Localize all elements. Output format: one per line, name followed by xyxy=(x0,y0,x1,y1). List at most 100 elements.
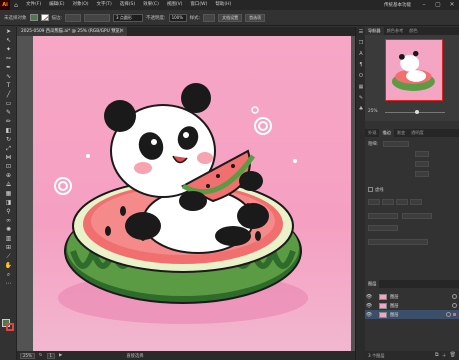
maximize-icon[interactable]: ▢ xyxy=(431,0,445,10)
tab-color[interactable]: 颜色 xyxy=(406,27,420,35)
zoom-level-field[interactable]: 25% xyxy=(20,352,35,359)
navigator-zoom[interactable]: 25% xyxy=(368,109,378,114)
menu-view[interactable]: 视图(V) xyxy=(163,0,187,10)
stroke-swatch[interactable] xyxy=(40,14,49,21)
mesh-tool-icon[interactable]: ▦ xyxy=(0,189,17,198)
lasso-icon[interactable]: ∾ xyxy=(0,54,17,63)
zoom-tool-icon[interactable]: ⌕ xyxy=(0,270,17,279)
brush-dropdown[interactable]: 3 点圆形 xyxy=(113,13,144,22)
scale-tool-icon[interactable]: ⤢ xyxy=(0,144,17,153)
menu-help[interactable]: 帮助(H) xyxy=(211,0,235,10)
variable-width-dropdown[interactable] xyxy=(84,13,111,22)
canvas-area[interactable] xyxy=(17,36,355,351)
layer-target-icon[interactable] xyxy=(446,312,451,317)
align-stroke-buttons[interactable] xyxy=(415,171,429,177)
stroke-weight-dropdown[interactable] xyxy=(65,13,82,22)
cap-buttons[interactable] xyxy=(415,151,429,157)
navigator-thumbnail[interactable] xyxy=(385,39,443,101)
fill-stroke-swatches[interactable] xyxy=(2,319,15,331)
type-tool-icon[interactable]: T xyxy=(0,81,17,90)
hand-tool-icon[interactable]: ✋ xyxy=(0,261,17,270)
free-transform-icon[interactable]: ⊡ xyxy=(0,162,17,171)
layer-name[interactable]: 图层 xyxy=(390,312,399,318)
symbol-sprayer-icon[interactable]: ✺ xyxy=(0,225,17,234)
layer-row-selected[interactable]: 👁 图层 xyxy=(365,310,459,319)
menu-select[interactable]: 选择(S) xyxy=(116,0,139,10)
gradient-tool-icon[interactable]: ◨ xyxy=(0,198,17,207)
home-icon[interactable]: ⌂ xyxy=(10,0,22,10)
style-dropdown[interactable] xyxy=(203,13,216,22)
layer-row[interactable]: 👁 图层 xyxy=(365,301,459,310)
tab-color-guide[interactable]: 颜色参考 xyxy=(384,27,407,35)
eyedropper-icon[interactable]: ⚲ xyxy=(0,207,17,216)
menu-effect[interactable]: 效果(C) xyxy=(139,0,163,10)
pencil-icon[interactable]: ✏ xyxy=(0,117,17,126)
dash-field-2[interactable] xyxy=(396,199,408,205)
rectangle-tool-icon[interactable]: ▭ xyxy=(0,99,17,108)
document-setup-button[interactable]: 文档设置 xyxy=(218,13,243,22)
corner-buttons[interactable] xyxy=(415,161,429,167)
delete-layer-icon[interactable]: 🗑 xyxy=(450,352,456,359)
layer-target-icon[interactable] xyxy=(452,303,457,308)
menu-window[interactable]: 窗口(W) xyxy=(186,0,211,10)
pen-tool-icon[interactable]: ✒ xyxy=(0,63,17,72)
direct-selection-tool-icon[interactable]: ↖ xyxy=(0,36,17,45)
line-tool-icon[interactable]: ╱ xyxy=(0,90,17,99)
menu-object[interactable]: 对象(O) xyxy=(68,0,92,10)
slice-tool-icon[interactable]: ⟋ xyxy=(0,252,17,261)
arrowhead-end-dropdown[interactable] xyxy=(402,213,432,219)
edit-toolbar-icon[interactable]: ⋯ xyxy=(0,279,17,288)
curvature-tool-icon[interactable]: ∿ xyxy=(0,72,17,81)
tab-navigator[interactable]: 导航器 xyxy=(365,27,384,35)
visibility-eye-icon[interactable]: 👁 xyxy=(365,312,373,318)
shape-builder-icon[interactable]: ⊕ xyxy=(0,171,17,180)
navigator-zoom-knob[interactable] xyxy=(415,110,419,114)
arrowhead-start-dropdown[interactable] xyxy=(368,213,398,219)
selection-tool-icon[interactable]: ➤ xyxy=(0,27,17,36)
opacity-field[interactable]: 100% xyxy=(168,13,187,22)
layer-target-icon[interactable] xyxy=(452,294,457,299)
preferences-button[interactable]: 首选项 xyxy=(245,13,266,22)
gap-field-1[interactable] xyxy=(382,199,394,205)
gap-field-2[interactable] xyxy=(410,199,422,205)
eraser-icon[interactable]: ◧ xyxy=(0,126,17,135)
perspective-grid-icon[interactable]: ⟁ xyxy=(0,180,17,189)
new-sublayer-icon[interactable]: ⧉ xyxy=(435,352,439,359)
paintbrush-icon[interactable]: ✎ xyxy=(0,108,17,117)
blend-tool-icon[interactable]: ∞ xyxy=(0,216,17,225)
selection-indicator[interactable] xyxy=(453,313,456,316)
dashed-line-checkbox[interactable] xyxy=(368,187,373,192)
tab-stroke[interactable]: 描边 xyxy=(379,129,394,137)
menu-type[interactable]: 文字(T) xyxy=(93,0,116,10)
document-tab[interactable]: 2025-0509 西瓜熊猫.ai* @ 25% (RGB/GPU 预览) × xyxy=(17,27,127,36)
visibility-eye-icon[interactable]: 👁 xyxy=(365,294,373,300)
stroke-weight-field[interactable] xyxy=(383,141,409,147)
layer-row[interactable]: 👁 图层 xyxy=(365,292,459,301)
magic-wand-icon[interactable]: ✦ xyxy=(0,45,17,54)
menu-file[interactable]: 文件(F) xyxy=(22,0,45,10)
visibility-eye-icon[interactable]: 👁 xyxy=(365,303,373,309)
arrow-scale-field[interactable] xyxy=(368,225,398,231)
graph-tool-icon[interactable]: ▥ xyxy=(0,234,17,243)
dash-field-1[interactable] xyxy=(368,199,380,205)
new-layer-icon[interactable]: ＋ xyxy=(442,352,447,359)
artboard-number-field[interactable]: 1 xyxy=(46,352,56,359)
navigator-zoom-slider[interactable] xyxy=(385,110,445,114)
close-tab-icon[interactable]: × xyxy=(120,27,124,36)
layer-name[interactable]: 图层 xyxy=(390,303,399,309)
workspace-switcher[interactable]: 传统基本功能 xyxy=(378,2,417,8)
layer-name[interactable]: 图层 xyxy=(390,294,399,300)
tab-appearance[interactable]: 外观 xyxy=(365,129,379,137)
tab-gradient[interactable]: 渐变 xyxy=(394,129,408,137)
stroke-color-icon[interactable] xyxy=(6,323,14,331)
tab-transparency[interactable]: 透明度 xyxy=(408,129,427,137)
rotate-view-icon[interactable]: ↻ xyxy=(39,353,43,358)
tab-layers[interactable]: 图层 xyxy=(365,280,380,288)
rotate-tool-icon[interactable]: ↻ xyxy=(0,135,17,144)
profile-dropdown[interactable] xyxy=(368,239,428,245)
artboard-nav-icon[interactable]: ▶ xyxy=(59,353,62,358)
fill-swatch[interactable] xyxy=(29,14,38,21)
menu-edit[interactable]: 编辑(E) xyxy=(45,0,68,10)
artboard-tool-icon[interactable]: ⊞ xyxy=(0,243,17,252)
artboard[interactable] xyxy=(33,36,351,351)
